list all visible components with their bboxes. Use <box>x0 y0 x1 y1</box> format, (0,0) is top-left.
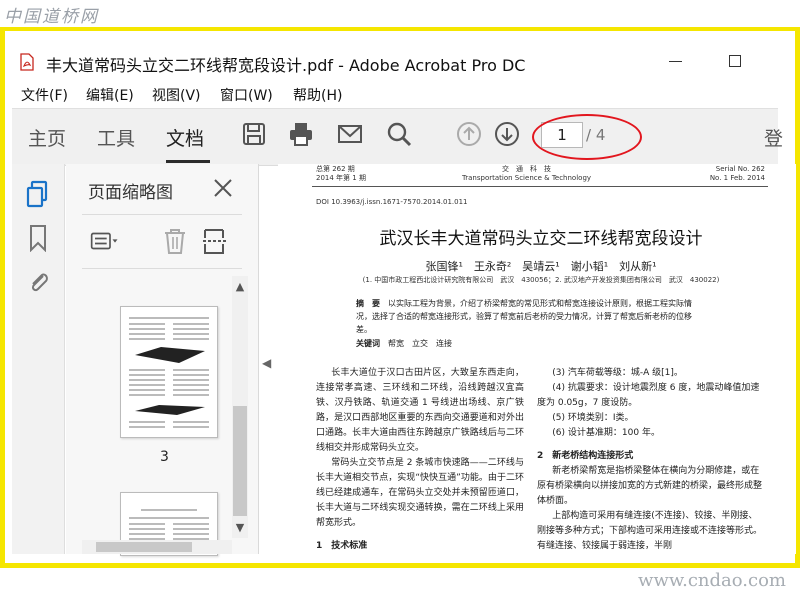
menu-window[interactable]: 窗口(W) <box>220 85 273 105</box>
search-icon[interactable] <box>386 121 412 147</box>
page-down-icon[interactable] <box>494 121 520 147</box>
watermark-top: 中国道桥网 <box>4 7 99 27</box>
print-icon[interactable] <box>288 121 314 147</box>
tab-document[interactable]: 文档 <box>166 124 204 151</box>
attachment-icon[interactable] <box>26 268 50 296</box>
paragraph: 上部构造可采用有缝连接(不连接)、铰接、半刚接、刚接等多种方式；下部构造可采用连… <box>537 511 763 551</box>
abstract-label: 摘 要 <box>356 299 380 308</box>
page-extract-icon[interactable] <box>201 226 231 256</box>
menu-file[interactable]: 文件(F) <box>21 85 68 105</box>
list-item: (6) 设计基准期：100 年。 <box>552 428 660 438</box>
options-menu-icon[interactable] <box>90 226 120 256</box>
maximize-button[interactable] <box>729 55 741 67</box>
thumbnail-content <box>129 317 209 428</box>
scroll-up-arrow-icon[interactable]: ▲ <box>234 281 246 293</box>
thumbnail-page-label: 3 <box>160 449 169 465</box>
list-item: (5) 环境类别：Ⅰ类。 <box>552 413 634 423</box>
screenshot-frame: 中国道桥网 丰大道常码头立交二环线帮宽段设计.pdf - Adobe Acrob… <box>0 0 800 600</box>
journal-name: 交 通 科 技 Transportation Science & Technol… <box>462 165 591 183</box>
journal-issue-en: Serial No. 262 No. 1 Feb. 2014 <box>675 165 765 183</box>
body-column-left: 长丰大道位于汉口古田片区，大致呈东西走向，连接常孝高速、三环线和二环线，沿线跨越… <box>316 366 524 554</box>
section-heading: 1 技术标准 <box>316 541 368 551</box>
panel-divider <box>82 214 242 215</box>
authors: 张国锋¹ 王永奇² 吴靖云¹ 谢小韬¹ 刘从新¹ <box>425 260 657 273</box>
page-thumbnail[interactable] <box>120 306 218 438</box>
header-line: Serial No. 262 <box>715 165 765 173</box>
keywords: 关键词 帮宽 立交 连接 <box>356 338 700 349</box>
list-item: (3) 汽车荷载等级：城-A 级[1]。 <box>552 368 683 378</box>
scrollbar-thumb[interactable] <box>233 406 247 516</box>
paper-title: 武汉长丰大道常码头立交二环线帮宽段设计 <box>379 229 703 249</box>
delete-icon[interactable] <box>160 226 190 256</box>
tab-home[interactable]: 主页 <box>28 124 66 151</box>
header-line: 总第 262 期 <box>316 165 355 173</box>
section-heading: 2 新老桥结构连接形式 <box>537 451 634 461</box>
paragraph: 新老桥梁帮宽是指桥梁整体在横向为分期修建，或在原有桥梁横向以拼接加宽的方式新建的… <box>537 466 763 506</box>
window-title: 丰大道常码头立交二环线帮宽段设计.pdf - Adobe Acrobat Pro… <box>46 56 526 75</box>
highlight-border-bottom <box>0 563 800 568</box>
menu-view[interactable]: 视图(V) <box>152 85 201 105</box>
header-line: No. 1 Feb. 2014 <box>709 174 765 182</box>
panel-divider <box>82 268 242 269</box>
bookmark-icon[interactable] <box>26 224 50 252</box>
paragraph: 长丰大道位于汉口古田片区，大致呈东西走向，连接常孝高速、三环线和二环线，沿线跨越… <box>316 368 524 453</box>
close-icon[interactable] <box>211 176 235 200</box>
menu-edit[interactable]: 编辑(E) <box>86 85 134 105</box>
highlight-border-left <box>0 27 5 567</box>
page-up-icon[interactable] <box>456 121 482 147</box>
minimize-button[interactable] <box>669 61 682 62</box>
header-line: 交 通 科 技 <box>502 165 552 173</box>
collapse-panel-icon[interactable]: ◀ <box>262 356 271 370</box>
email-icon[interactable] <box>337 121 363 147</box>
body-column-right: (3) 汽车荷载等级：城-A 级[1]。 (4) 抗震要求：设计地震烈度 6 度… <box>537 366 765 554</box>
abstract-text: 以实际工程为背景，介绍了桥梁帮宽的常见形式和帮宽连接设计原则，根据工程实际情况，… <box>356 299 692 334</box>
doi: DOI 10.3963/j.issn.1671-7570.2014.01.011 <box>316 198 468 206</box>
header-line: Transportation Science & Technology <box>462 174 592 182</box>
navigation-rail <box>12 164 65 554</box>
page-thumbnails-icon[interactable] <box>26 180 50 208</box>
save-icon[interactable] <box>241 121 267 147</box>
paragraph: 常码头立交节点是 2 条城市快速路——二环线与长丰大道相交节点，实现“快快互通”… <box>316 458 524 528</box>
tab-tools[interactable]: 工具 <box>97 124 135 151</box>
pdf-file-icon <box>20 53 34 71</box>
scrollbar-thumb[interactable] <box>96 542 192 552</box>
keywords-label: 关键词 <box>356 339 380 348</box>
keywords-text: 帮宽 立交 连接 <box>388 339 452 348</box>
panel-title: 页面缩略图 <box>88 183 173 203</box>
login-button-partial[interactable]: 登 <box>764 124 783 151</box>
header-rule <box>312 186 768 187</box>
menu-help[interactable]: 帮助(H) <box>293 85 342 105</box>
abstract: 摘 要 以实际工程为背景，介绍了桥梁帮宽的常见形式和帮宽连接设计原则，根据工程实… <box>356 297 700 336</box>
active-tab-indicator <box>166 160 210 163</box>
watermark-bottom: www.cndao.com <box>638 570 786 591</box>
annotation-ellipse <box>532 114 642 160</box>
list-item: (4) 抗震要求：设计地震烈度 6 度，地震动峰值加速度为 0.05g，7 度设… <box>537 383 760 408</box>
journal-issue-cn: 总第 262 期 2014 年第 1 期 <box>316 165 366 183</box>
scroll-down-arrow-icon[interactable]: ▼ <box>234 522 246 534</box>
header-line: 2014 年第 1 期 <box>316 174 366 182</box>
affiliation: (1. 中国市政工程西北设计研究院有限公司 武汉 430056；2. 武汉地产开… <box>362 276 720 284</box>
